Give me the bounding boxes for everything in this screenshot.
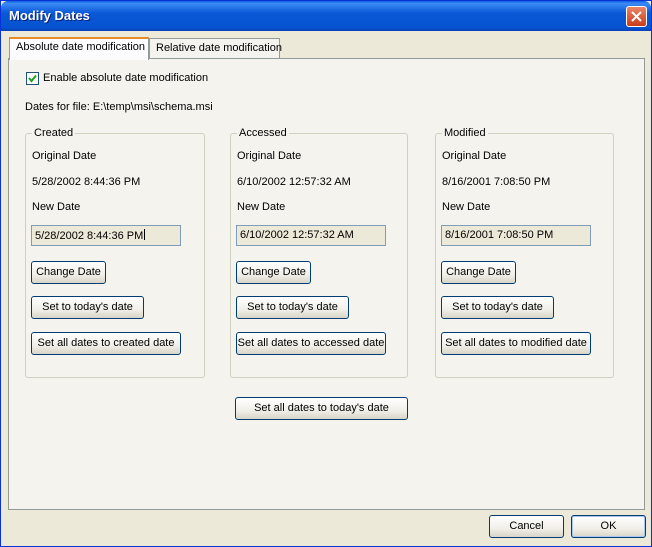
set-all-to-created-button[interactable]: Set all dates to created date: [31, 332, 181, 355]
tab-absolute-date-modification[interactable]: Absolute date modification: [9, 37, 149, 60]
accessed-original-date-value: 6/10/2002 12:57:32 AM: [237, 176, 351, 188]
set-all-to-modified-button[interactable]: Set all dates to modified date: [441, 332, 591, 355]
set-all-to-accessed-button[interactable]: Set all dates to accessed date: [236, 332, 386, 355]
checkmark-icon: [27, 73, 38, 84]
created-new-date-value: 5/28/2002 8:44:36 PM: [35, 230, 144, 242]
created-change-date-button[interactable]: Change Date: [31, 261, 106, 284]
accessed-new-date-value: 6/10/2002 12:57:32 AM: [240, 229, 354, 241]
modified-group-title: Modified: [442, 127, 488, 139]
modified-original-date-value: 8/16/2001 7:08:50 PM: [442, 176, 551, 188]
accessed-group-title: Accessed: [237, 127, 289, 139]
modified-set-today-button[interactable]: Set to today's date: [441, 296, 554, 319]
created-group: Created Original Date 5/28/2002 8:44:36 …: [25, 127, 205, 378]
accessed-new-date-label: New Date: [237, 201, 286, 213]
title-bar[interactable]: Modify Dates: [1, 1, 651, 31]
created-new-date-label: New Date: [32, 201, 81, 213]
ok-button[interactable]: OK: [571, 515, 646, 538]
cancel-button[interactable]: Cancel: [489, 515, 564, 538]
text-caret: [144, 229, 146, 240]
created-new-date-input[interactable]: 5/28/2002 8:44:36 PM: [31, 225, 181, 246]
tab-panel: Enable absolute date modification Dates …: [8, 58, 645, 510]
created-original-date-value: 5/28/2002 8:44:36 PM: [32, 176, 141, 188]
window-title: Modify Dates: [9, 8, 90, 23]
accessed-original-date-label: Original Date: [237, 150, 302, 162]
modified-group: Modified Original Date 8/16/2001 7:08:50…: [435, 127, 614, 378]
modified-new-date-value: 8/16/2001 7:08:50 PM: [445, 229, 554, 241]
accessed-group: Accessed Original Date 6/10/2002 12:57:3…: [230, 127, 408, 378]
accessed-new-date-input[interactable]: 6/10/2002 12:57:32 AM: [236, 225, 386, 246]
close-icon: [631, 11, 642, 22]
set-all-dates-today-button[interactable]: Set all dates to today's date: [235, 397, 408, 420]
created-set-today-button[interactable]: Set to today's date: [31, 296, 144, 319]
modified-change-date-button[interactable]: Change Date: [441, 261, 516, 284]
created-group-title: Created: [32, 127, 76, 139]
modify-dates-dialog: Modify Dates Absolute date modification …: [0, 0, 652, 547]
modified-new-date-label: New Date: [442, 201, 491, 213]
close-button[interactable]: [626, 6, 647, 27]
accessed-set-today-button[interactable]: Set to today's date: [236, 296, 349, 319]
created-original-date-label: Original Date: [32, 150, 97, 162]
enable-absolute-date-label[interactable]: Enable absolute date modification: [43, 72, 208, 84]
file-path-label: Dates for file: E:\temp\msi\schema.msi: [25, 101, 213, 113]
enable-absolute-date-checkbox[interactable]: [26, 72, 39, 85]
modified-new-date-input[interactable]: 8/16/2001 7:08:50 PM: [441, 225, 591, 246]
accessed-change-date-button[interactable]: Change Date: [236, 261, 311, 284]
tab-relative-date-modification[interactable]: Relative date modification: [149, 38, 282, 59]
modified-original-date-label: Original Date: [442, 150, 507, 162]
